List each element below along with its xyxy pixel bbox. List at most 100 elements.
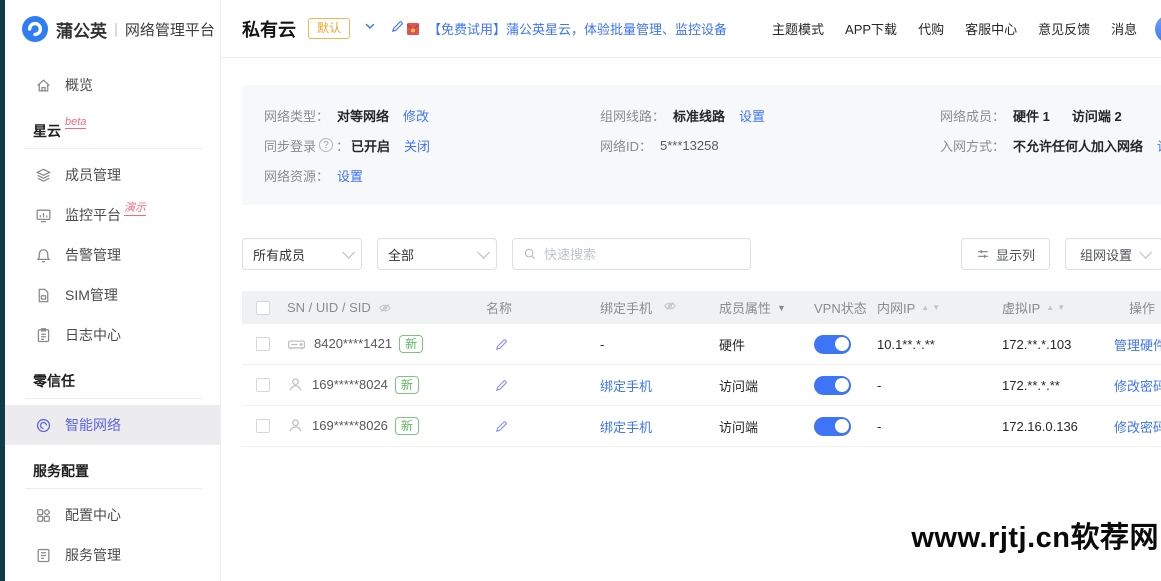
vpn-toggle[interactable] xyxy=(814,376,851,395)
divider xyxy=(25,148,202,149)
header-label: 绑定手机 xyxy=(600,301,652,316)
row-checkbox[interactable] xyxy=(256,378,270,392)
nav-messages[interactable]: 消息 xyxy=(1111,19,1137,38)
settings-link[interactable]: 设置 xyxy=(337,166,363,185)
sidebar-item-sim[interactable]: SIM管理 xyxy=(5,275,220,315)
sidebar-item-label: 配置中心 xyxy=(65,505,121,525)
sort-asc-icon[interactable]: ▲ xyxy=(921,303,932,312)
member-filter-select[interactable]: 所有成员 xyxy=(242,238,362,270)
nav-feedback[interactable]: 意见反馈 xyxy=(1038,19,1090,38)
table-header-row: SN / UID / SID 名称 绑定手机 成员属性 ▼ VPN状态 内网IP xyxy=(242,291,1161,324)
close-link[interactable]: 关闭 xyxy=(404,136,430,155)
header-attr: 成员属性 ▼ xyxy=(716,298,812,317)
header-label: 虚拟IP xyxy=(1002,298,1040,317)
brand-logo[interactable]: 蒲公英 | 网络管理平台 xyxy=(5,0,220,58)
sidebar-section-zerotrust: 零信任 xyxy=(33,371,220,391)
nav-app-download[interactable]: APP下载 xyxy=(845,19,897,38)
table-toolbar: 所有成员 全部 显示列 组网设置 xyxy=(242,238,1161,270)
sidebar-item-members[interactable]: 成员管理 xyxy=(5,155,220,195)
sidebar-item-label: 日志中心 xyxy=(65,325,121,345)
network-settings-button[interactable]: 组网设置 xyxy=(1065,238,1161,270)
sort-asc-icon[interactable]: ▲ xyxy=(1046,303,1057,312)
modify-link[interactable]: 修改 xyxy=(403,106,429,125)
field-label: 组网线路： xyxy=(600,106,665,125)
intranet-ip: 10.1**.*.** xyxy=(877,337,935,352)
settings-link[interactable]: 设置 xyxy=(739,106,765,125)
user-device-icon xyxy=(287,417,304,434)
network-id-row: 网络ID： 5***13258 xyxy=(600,130,940,160)
header-label: 名称 xyxy=(486,298,512,317)
topbar: 私有云 默认 【免费试用】蒲公英星云，体验批量管理、监控设备 主题模式 APP下… xyxy=(222,0,1161,58)
user-avatar[interactable] xyxy=(1155,15,1161,43)
sidebar-item-label: 监控平台 xyxy=(65,205,121,225)
filter-caret-icon[interactable]: ▼ xyxy=(777,303,786,313)
sidebar-item-alerts[interactable]: 告警管理 xyxy=(5,235,220,275)
chevron-down-icon xyxy=(1139,246,1152,259)
search-box xyxy=(512,238,751,270)
header-label: SN / UID / SID xyxy=(287,300,371,315)
sort-desc-icon[interactable]: ▼ xyxy=(1057,303,1068,312)
edit-name-icon[interactable] xyxy=(494,337,509,352)
main-area: 私有云 默认 【免费试用】蒲公英星云，体验批量管理、监控设备 主题模式 APP下… xyxy=(222,0,1161,581)
select-value: 全部 xyxy=(388,245,414,264)
header-name: 名称 xyxy=(480,298,598,317)
settings-link[interactable]: 设置 xyxy=(1157,136,1161,155)
sidebar-item-service-mgmt[interactable]: 服务管理 xyxy=(5,535,220,575)
sidebar-item-logs[interactable]: 日志中心 xyxy=(5,315,220,355)
sidebar-item-label: 概览 xyxy=(65,75,93,95)
button-label: 组网设置 xyxy=(1080,245,1132,264)
vpn-toggle[interactable] xyxy=(814,335,851,354)
row-checkbox[interactable] xyxy=(256,337,270,351)
network-info-panel: 网络类型： 对等网络 修改 同步登录 ? ： 已开启 关闭 网络资源： 设置 xyxy=(242,85,1161,205)
home-icon xyxy=(35,77,52,94)
field-value: 对等网络 xyxy=(337,106,389,125)
field-label: 网络成员： xyxy=(940,106,1005,125)
virtual-ip: 172.**.*.** xyxy=(1002,378,1060,393)
virtual-ip: 172.16.0.136 xyxy=(1002,419,1078,434)
sidebar-item-smart-network[interactable]: 智能网络 xyxy=(5,405,220,445)
button-label: 显示列 xyxy=(996,245,1035,264)
sort-icons[interactable]: ▲▼ xyxy=(921,303,943,312)
network-switch-chevron-icon[interactable] xyxy=(363,19,377,38)
intranet-ip: - xyxy=(877,378,881,393)
layers-icon xyxy=(35,167,52,184)
change-password-link[interactable]: 修改密码 xyxy=(1114,420,1161,435)
nav-theme-mode[interactable]: 主题模式 xyxy=(772,19,824,38)
eye-off-icon[interactable] xyxy=(378,301,392,315)
header-label: 内网IP xyxy=(877,298,915,317)
table-row: 169*****8026 新 绑定手机 访问端 - 172.16.0.136 修… xyxy=(242,406,1161,447)
sidebar-item-config-center[interactable]: 配置中心 xyxy=(5,495,220,535)
sim-card-icon xyxy=(35,287,52,304)
search-input[interactable] xyxy=(544,247,740,262)
eye-off-icon[interactable] xyxy=(663,299,677,313)
sidebar-item-monitor[interactable]: 监控平台 演示 xyxy=(5,195,220,235)
manage-hardware-link[interactable]: 管理硬件 xyxy=(1114,338,1161,353)
show-columns-button[interactable]: 显示列 xyxy=(961,238,1050,270)
edit-name-icon[interactable] xyxy=(494,419,509,434)
select-all-checkbox[interactable] xyxy=(256,301,270,315)
sidebar-item-overview[interactable]: 概览 xyxy=(5,65,220,105)
edit-name-icon[interactable] xyxy=(494,378,509,393)
sort-icons[interactable]: ▲▼ xyxy=(1046,303,1068,312)
demo-badge: 演示 xyxy=(124,199,146,216)
scope-filter-select[interactable]: 全部 xyxy=(377,238,497,270)
row-checkbox[interactable] xyxy=(256,419,270,433)
member-attr: 访问端 xyxy=(719,417,758,436)
header-action: 操作 xyxy=(1112,298,1161,317)
promo-link[interactable]: 【免费试用】蒲公英星云，体验批量管理、监控设备 xyxy=(405,19,727,38)
bind-phone-link[interactable]: 绑定手机 xyxy=(600,420,652,435)
sort-desc-icon[interactable]: ▼ xyxy=(932,303,943,312)
network-edit-icon[interactable] xyxy=(390,19,405,39)
member-attr: 硬件 xyxy=(719,335,745,354)
vpn-toggle[interactable] xyxy=(814,417,851,436)
bind-phone-link[interactable]: 绑定手机 xyxy=(600,379,652,394)
header-vpn: VPN状态 xyxy=(812,298,874,317)
intranet-ip: - xyxy=(877,419,881,434)
question-circle-icon[interactable]: ? xyxy=(319,138,333,152)
nav-support-center[interactable]: 客服中心 xyxy=(965,19,1017,38)
field-label: 同步登录 xyxy=(264,136,316,155)
monitor-icon xyxy=(35,207,52,224)
header-sn: SN / UID / SID xyxy=(284,300,480,315)
change-password-link[interactable]: 修改密码 xyxy=(1114,379,1161,394)
nav-purchase[interactable]: 代购 xyxy=(918,19,944,38)
